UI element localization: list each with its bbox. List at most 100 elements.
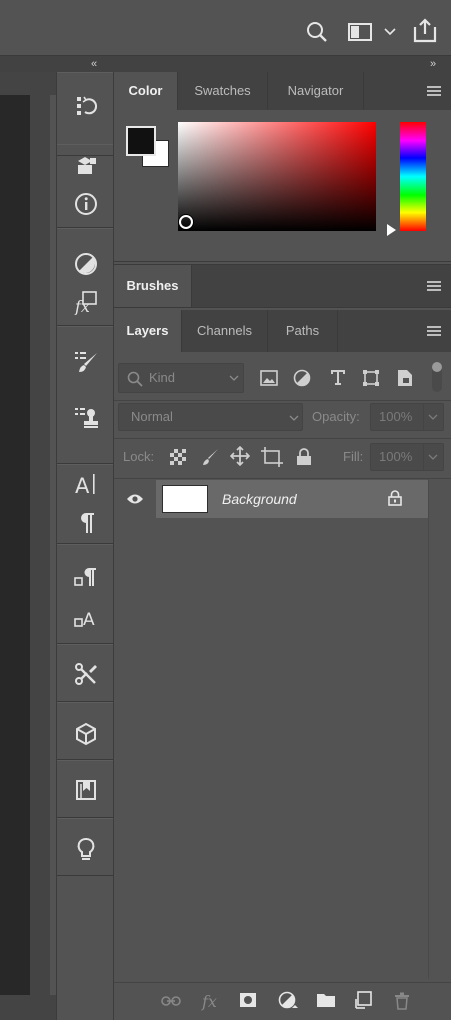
icon-group-discover	[57, 818, 113, 876]
new-layer-icon[interactable]	[354, 990, 374, 1010]
shape-layer-filter-icon[interactable]	[361, 368, 381, 388]
adjustment-layer-filter-icon[interactable]	[292, 369, 312, 387]
libraries-icon[interactable]	[73, 153, 99, 179]
opacity-label: Opacity:	[312, 409, 360, 424]
smart-object-filter-icon[interactable]	[396, 368, 414, 388]
history-icon[interactable]	[73, 93, 99, 119]
collapse-right-icon[interactable]: »	[430, 56, 442, 72]
saturation-brightness-field[interactable]	[178, 122, 376, 231]
filter-toggle[interactable]	[432, 362, 442, 392]
layers-panel-menu-icon[interactable]	[427, 326, 441, 338]
search-icon	[127, 371, 143, 387]
type-layer-filter-icon[interactable]	[327, 367, 349, 387]
canvas-scrollbar[interactable]	[30, 95, 50, 995]
tab-brushes[interactable]: Brushes	[114, 265, 192, 307]
collapsed-panel-dock: fx A A	[56, 72, 114, 1020]
color-panel-tabbar: Color Swatches Navigator	[114, 72, 451, 110]
new-fill-adjustment-layer-icon[interactable]	[277, 990, 299, 1012]
tab-color[interactable]: Color	[114, 72, 178, 110]
svg-text:fx: fx	[74, 297, 90, 315]
artboard-icon[interactable]	[73, 777, 99, 803]
share-icon[interactable]	[411, 16, 439, 44]
canvas-edge	[0, 72, 56, 95]
hue-slider-handle[interactable]	[387, 224, 396, 236]
brush-settings-icon[interactable]	[73, 349, 99, 375]
icon-group-adjustments: fx	[57, 228, 113, 326]
divider	[114, 400, 451, 401]
opacity-field[interactable]: 100%	[370, 403, 444, 431]
tab-paths[interactable]: Paths	[268, 310, 338, 352]
brushes-panel-menu-icon[interactable]	[427, 281, 441, 293]
clone-source-icon[interactable]	[73, 405, 99, 431]
tab-navigator[interactable]: Navigator	[268, 72, 364, 110]
layers-bottom-toolbar: fx	[114, 982, 451, 1020]
hue-slider[interactable]	[400, 122, 426, 231]
layer-row[interactable]: Background	[114, 480, 428, 518]
divider	[114, 438, 451, 439]
icon-group-learn	[57, 760, 113, 818]
styles-icon[interactable]: fx	[73, 289, 99, 315]
lock-image-pixels-icon[interactable]	[200, 447, 220, 467]
icon-group-info	[57, 144, 113, 228]
workspace-icon[interactable]	[347, 22, 373, 42]
chevron-down-icon[interactable]	[383, 26, 397, 38]
lock-artboard-icon[interactable]	[261, 447, 283, 467]
layer-filter-kind-select[interactable]: Kind	[118, 363, 244, 393]
link-layers-icon[interactable]	[160, 992, 182, 1010]
layers-panel: Kind Normal Opacity: 100% Lock: Fill: 10…	[114, 352, 451, 1020]
icon-group-3d	[57, 702, 113, 760]
eye-icon[interactable]	[114, 480, 156, 518]
3d-cube-icon[interactable]	[73, 721, 99, 747]
pixel-layer-filter-icon[interactable]	[259, 369, 279, 387]
divider	[423, 444, 424, 470]
new-group-folder-icon[interactable]	[315, 991, 337, 1009]
info-icon[interactable]	[73, 191, 99, 217]
blend-mode-select[interactable]: Normal	[118, 403, 303, 431]
panel-collapse-bar: « »	[0, 56, 451, 72]
divider	[423, 404, 424, 430]
add-mask-icon[interactable]	[238, 991, 258, 1009]
tool-presets-icon[interactable]	[73, 661, 99, 687]
layer-name: Background	[222, 491, 297, 507]
svg-text:A: A	[83, 610, 95, 630]
chevron-down-icon	[229, 375, 239, 382]
fill-field[interactable]: 100%	[370, 443, 444, 471]
color-panel-menu-icon[interactable]	[427, 86, 441, 98]
canvas-edge-bottom	[0, 995, 56, 1020]
filter-toggle-knob	[432, 362, 442, 372]
lock-icon	[388, 490, 404, 508]
brushes-panel-tabbar: Brushes	[114, 264, 451, 308]
collapse-left-icon[interactable]: «	[91, 56, 103, 72]
character-icon[interactable]: A	[73, 471, 99, 497]
layer-row-selected-bg: Background	[156, 480, 428, 518]
foreground-color-swatch[interactable]	[126, 126, 156, 156]
paragraph-styles-icon[interactable]	[73, 565, 99, 591]
tab-layers[interactable]: Layers	[114, 310, 182, 352]
lock-label: Lock:	[123, 449, 155, 464]
layer-filter-kind-label: Kind	[149, 370, 176, 385]
lock-transparent-pixels-icon[interactable]	[169, 448, 187, 466]
chevron-down-icon[interactable]	[428, 414, 438, 421]
layer-style-fx-icon[interactable]: fx	[200, 990, 222, 1012]
character-styles-icon[interactable]: A	[73, 605, 99, 631]
blend-mode-value: Normal	[131, 409, 173, 424]
icon-group-type: A	[57, 464, 113, 544]
canvas-area[interactable]	[0, 95, 30, 995]
search-icon[interactable]	[305, 20, 329, 44]
layer-thumbnail	[162, 485, 208, 513]
adjustments-icon[interactable]	[73, 251, 99, 277]
layer-list-scrollbar[interactable]	[428, 479, 451, 979]
lock-all-icon[interactable]	[295, 447, 313, 467]
paragraph-icon[interactable]	[73, 509, 99, 535]
tab-swatches[interactable]: Swatches	[178, 72, 268, 110]
layer-list: Background	[114, 479, 428, 979]
lock-position-icon[interactable]	[230, 446, 250, 466]
lightbulb-icon[interactable]	[73, 837, 99, 863]
color-picker-handle[interactable]	[179, 215, 193, 229]
svg-text:fx: fx	[201, 992, 217, 1011]
tab-channels[interactable]: Channels	[182, 310, 268, 352]
icon-group-brushes	[57, 326, 113, 464]
delete-layer-icon[interactable]	[392, 990, 412, 1012]
chevron-down-icon	[289, 415, 299, 422]
chevron-down-icon[interactable]	[428, 454, 438, 461]
